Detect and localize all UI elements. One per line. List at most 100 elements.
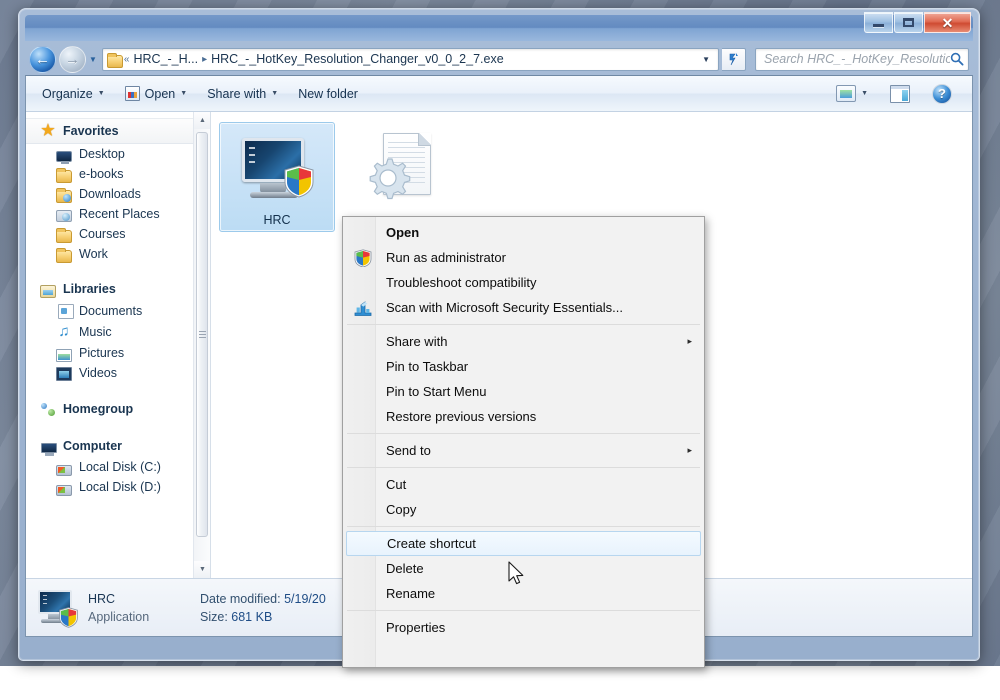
command-bar-right: ▼ ?	[826, 80, 966, 108]
context-menu-item-label: Delete	[386, 561, 424, 576]
open-button[interactable]: Open ▼	[115, 82, 198, 105]
chevron-down-icon: ▼	[97, 90, 105, 97]
scrollbar-thumb[interactable]	[196, 132, 208, 537]
context-menu-item-send-to[interactable]: Send to ▸	[345, 438, 702, 463]
sidebar-item-e-books[interactable]: e-books	[26, 164, 210, 184]
context-menu-item-label: Open	[386, 225, 420, 240]
context-menu-item-restore-previous-versions[interactable]: Restore previous versions	[345, 404, 702, 429]
file-icon-wrap	[224, 129, 330, 209]
library-icon	[40, 284, 56, 298]
scroll-down-arrow-icon[interactable]: ▼	[194, 561, 210, 578]
star-icon: ★	[41, 122, 55, 139]
sidebar-group-computer[interactable]: Computer	[26, 435, 210, 457]
sidebar-item-documents[interactable]: Documents	[26, 300, 210, 321]
details-date-modified-value: 5/19/20	[284, 591, 326, 606]
close-button[interactable]: ✕	[924, 12, 971, 33]
context-menu-item-open[interactable]: Open	[345, 220, 702, 245]
context-menu-item-pin-to-start-menu[interactable]: Pin to Start Menu	[345, 379, 702, 404]
search-icon	[950, 52, 964, 66]
new-folder-button[interactable]: New folder	[288, 83, 368, 105]
forward-button[interactable]: →	[59, 45, 86, 73]
maximize-button[interactable]	[894, 12, 923, 33]
local-disk-icon	[56, 464, 72, 476]
mouse-cursor-icon	[508, 561, 526, 587]
close-icon: ✕	[941, 14, 954, 31]
sidebar-item-work[interactable]: Work	[26, 244, 210, 264]
sidebar-item-recent-places[interactable]: Recent Places	[26, 204, 210, 224]
back-arrow-icon: ←	[35, 50, 50, 68]
sidebar-item-downloads[interactable]: Downloads	[26, 184, 210, 204]
sidebar-item-label: Documents	[79, 303, 143, 318]
details-text: HRC Date modified: 5/19/20 Application S…	[88, 592, 326, 624]
context-menu-item-troubleshoot-compatibility[interactable]: Troubleshoot compatibility	[345, 270, 702, 295]
sidebar-item-music[interactable]: ♫ Music	[26, 321, 210, 343]
sidebar-item-local-disk-d[interactable]: Local Disk (D:)	[26, 477, 210, 497]
context-menu-separator	[347, 526, 700, 527]
recent-pages-chevron-down-icon[interactable]: ▼	[89, 55, 97, 64]
context-menu-item-pin-to-taskbar[interactable]: Pin to Taskbar	[345, 354, 702, 379]
navigation-pane-scrollbar[interactable]: ▲ ▼	[193, 112, 210, 578]
navigation-pane: ★ Favorites Desktop e-books Downloads Re…	[26, 112, 211, 578]
minimize-button[interactable]	[864, 12, 893, 33]
sidebar-group-favorites[interactable]: ★ Favorites	[26, 118, 210, 144]
details-date-modified-label: Date modified:	[200, 591, 281, 606]
change-view-button[interactable]: ▼	[826, 81, 878, 106]
context-menu-item-create-shortcut[interactable]: Create shortcut	[346, 531, 701, 556]
address-chevron-down-icon[interactable]: ▼	[696, 55, 716, 64]
videos-icon	[56, 367, 72, 381]
context-menu-separator	[347, 610, 700, 611]
configuration-file-icon	[365, 133, 433, 203]
help-button[interactable]: ?	[922, 80, 962, 108]
navigation-bar: ← → ▼ « HRC_-_H... ▸ HRC_-_HotKey_Resolu…	[25, 41, 973, 75]
breadcrumb-overflow-icon[interactable]: «	[123, 54, 131, 65]
file-items: HRC	[211, 112, 972, 232]
share-with-button[interactable]: Share with ▼	[197, 83, 288, 105]
sidebar-item-courses[interactable]: Courses	[26, 224, 210, 244]
breadcrumb-parent[interactable]: HRC_-_H...	[130, 52, 201, 66]
screen: ✕ ← → ▼ « HRC_-_H... ▸ HRC_-_HotKey_Reso…	[0, 0, 1000, 700]
breadcrumb-current[interactable]: HRC_-_HotKey_Resolution_Changer_v0_0_2_7…	[208, 52, 507, 66]
documents-icon	[58, 304, 74, 319]
chevron-down-icon: ▼	[271, 90, 279, 97]
sidebar-item-pictures[interactable]: Pictures	[26, 343, 210, 363]
sidebar-item-label: Videos	[79, 366, 117, 380]
context-menu-item-share-with[interactable]: Share with ▸	[345, 329, 702, 354]
back-button[interactable]: ←	[29, 45, 56, 73]
sidebar-item-videos[interactable]: Videos	[26, 363, 210, 383]
search-box[interactable]: Search HRC_-_HotKey_Resolution_Ch...	[755, 47, 969, 71]
sidebar-item-desktop[interactable]: Desktop	[26, 144, 210, 164]
context-menu-item-properties[interactable]: Properties	[345, 615, 702, 640]
context-menu-item-copy[interactable]: Copy	[345, 497, 702, 522]
context-menu-item-cut[interactable]: Cut	[345, 472, 702, 497]
context-menu-item-label: Run as administrator	[386, 250, 506, 265]
context-menu[interactable]: Open Run as administrator Troubleshoot c…	[342, 216, 705, 668]
scroll-up-arrow-icon[interactable]: ▲	[194, 112, 210, 129]
file-item-hrc[interactable]: HRC	[219, 122, 335, 232]
search-input[interactable]: Search HRC_-_HotKey_Resolution_Ch...	[764, 52, 950, 66]
scrollbar-grip-icon	[198, 331, 206, 338]
desktop-icon	[56, 150, 72, 164]
file-item-label: HRC	[263, 213, 291, 227]
details-size: Size: 681 KB	[200, 610, 272, 624]
details-file-name: HRC	[88, 591, 116, 606]
context-menu-item-label: Troubleshoot compatibility	[386, 275, 537, 290]
preview-pane-button[interactable]	[880, 81, 920, 107]
context-menu-item-label: Properties	[386, 620, 446, 635]
title-bar[interactable]: ✕	[25, 12, 973, 41]
details-size-value: 681 KB	[231, 609, 273, 624]
window-controls: ✕	[863, 12, 971, 33]
address-bar[interactable]: « HRC_-_H... ▸ HRC_-_HotKey_Resolution_C…	[101, 47, 719, 71]
sidebar-item-label: Work	[79, 247, 108, 261]
chevron-down-icon: ▼	[861, 90, 868, 97]
context-menu-item-label: Send to	[386, 443, 431, 458]
sidebar-group-libraries[interactable]: Libraries	[26, 278, 210, 300]
refresh-button[interactable]	[722, 47, 746, 71]
organize-button[interactable]: Organize ▼	[32, 83, 115, 105]
context-menu-item-run-as-administrator[interactable]: Run as administrator	[345, 245, 702, 270]
context-menu-item-scan-with-security-essentials[interactable]: Scan with Microsoft Security Essentials.…	[345, 295, 702, 320]
sidebar-group-homegroup[interactable]: Homegroup	[26, 397, 210, 421]
sidebar-item-local-disk-c[interactable]: Local Disk (C:)	[26, 457, 210, 477]
sidebar-item-label: Local Disk (D:)	[79, 480, 161, 494]
